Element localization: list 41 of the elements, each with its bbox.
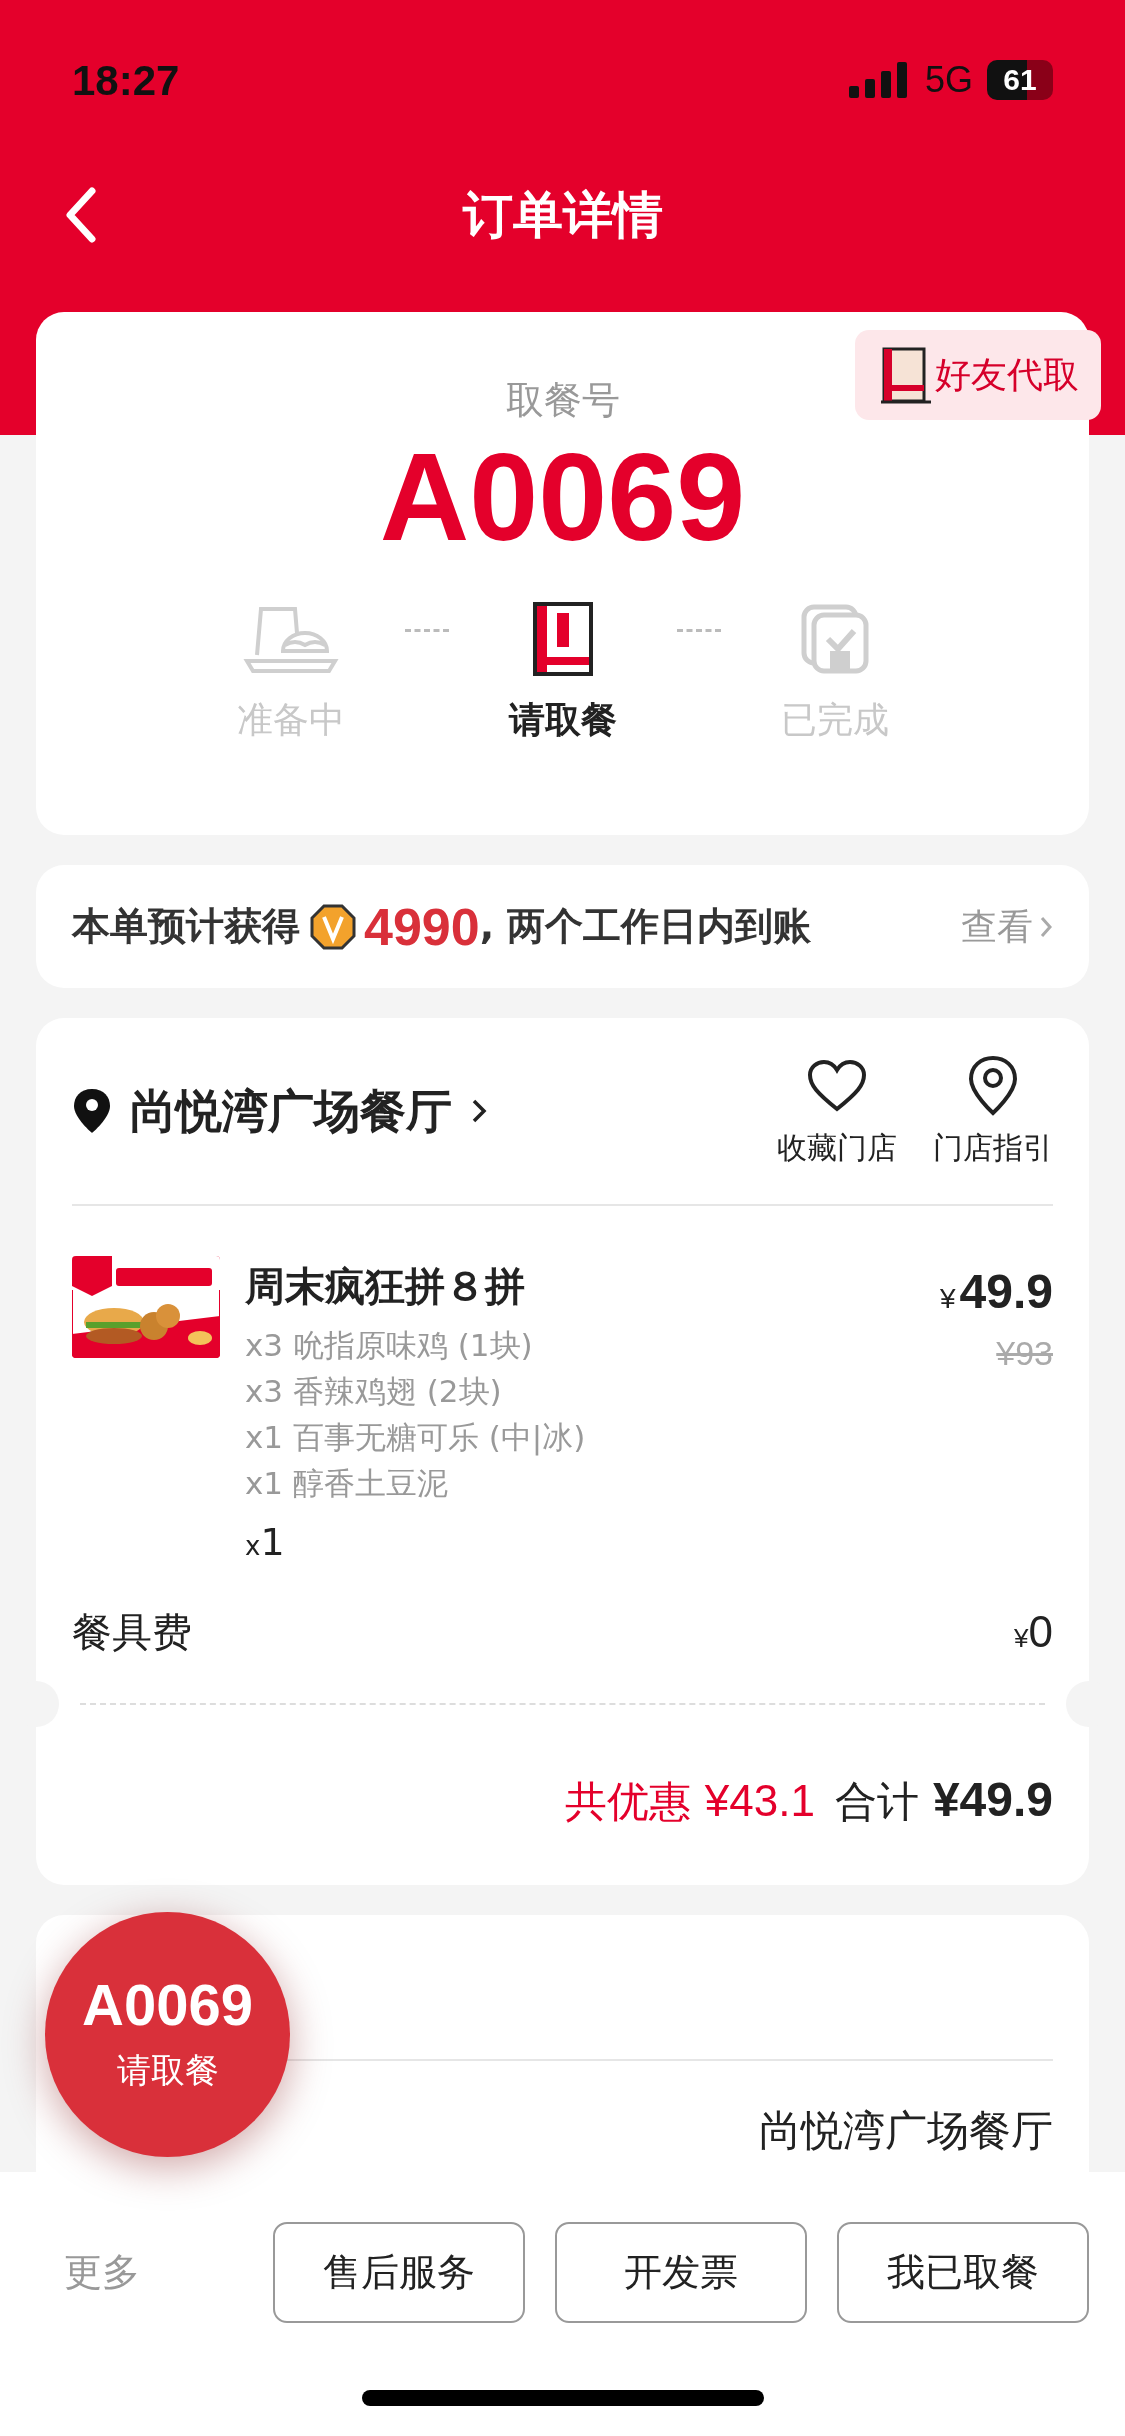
battery-indicator: 61	[987, 60, 1053, 100]
store-directions-button[interactable]: 门店指引	[933, 1052, 1053, 1170]
status-time: 18:27	[72, 55, 180, 106]
pickup-number-label: 取餐号	[505, 377, 620, 424]
discount-label: 共优惠	[564, 1776, 691, 1828]
location-pin-icon	[72, 1087, 112, 1135]
item-price: ¥49.9	[940, 1264, 1053, 1320]
location-pin-icon	[967, 1054, 1019, 1117]
action-button[interactable]: 售后服务	[273, 2221, 525, 2323]
points-amount: 4990	[364, 896, 480, 958]
discount-amount: ¥43.1	[704, 1775, 815, 1827]
action-button[interactable]: 开发票	[555, 2221, 807, 2323]
item-name: 周末疯狂拼８拼	[245, 1262, 526, 1311]
item-detail: x3 香辣鸡翅 (2块)	[245, 1372, 503, 1411]
heart-icon	[807, 1058, 867, 1113]
item-detail: x1 百事无糖可乐 (中|冰)	[245, 1418, 586, 1458]
check-bag-icon	[799, 603, 870, 676]
store-name-link[interactable]: 尚悦湾广场餐厅	[72, 1076, 488, 1146]
network-label: 5G	[924, 58, 973, 102]
step-label: 请取餐	[508, 698, 617, 743]
coin-icon	[310, 903, 356, 950]
item-detail: x1 醇香土豆泥	[245, 1464, 449, 1503]
item-quantity: x1	[245, 1519, 286, 1566]
total-amount: ¥49.9	[932, 1772, 1053, 1828]
item-detail: x3 吮指原味鸡 (1块)	[245, 1326, 534, 1365]
action-button[interactable]: 我已取餐	[837, 2221, 1089, 2323]
chevron-right-icon	[1039, 914, 1053, 939]
points-text: 本单预计获得	[72, 903, 300, 950]
pickup-number: A0069	[378, 429, 747, 566]
food-bag-icon	[530, 601, 595, 678]
total-label: 合计	[834, 1776, 919, 1828]
fee-label: 餐具费	[72, 1608, 192, 1657]
favorite-store-button[interactable]: 收藏门店	[777, 1052, 897, 1170]
chevron-right-icon	[470, 1097, 488, 1125]
info-value: 尚悦湾广场餐厅	[759, 2105, 1053, 2157]
friend-pickup-button[interactable]: 好友代取	[855, 330, 1101, 420]
original-price: ¥93	[995, 1333, 1053, 1374]
fee-amount: ¥0	[1014, 1606, 1053, 1658]
points-text: , 两个工作日内到账	[479, 903, 812, 950]
food-bag-icon	[881, 345, 931, 405]
page-title: 订单详情	[462, 185, 663, 245]
